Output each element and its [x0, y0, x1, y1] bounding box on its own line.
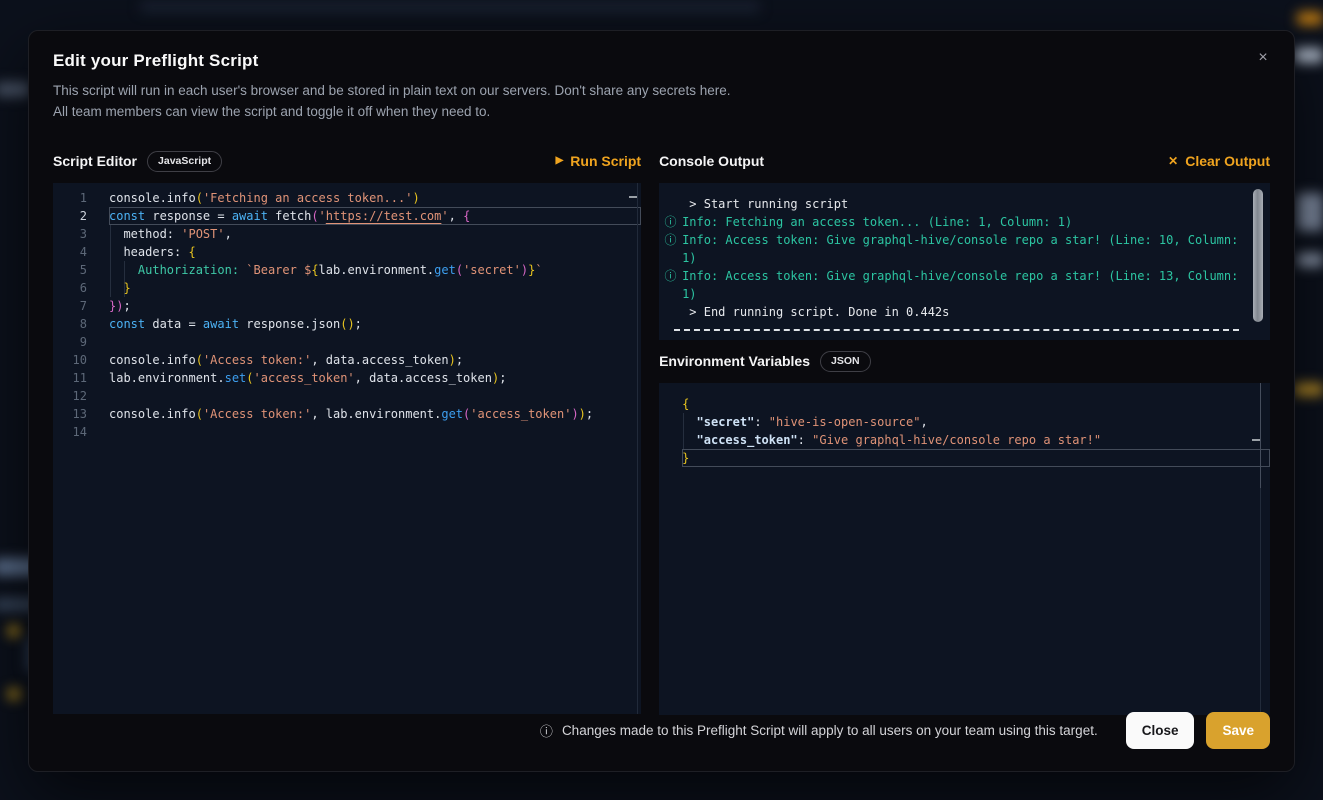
- code-line: 13console.info('Access token:', lab.envi…: [53, 405, 641, 423]
- code-line: 2const response = await fetch('https://t…: [53, 207, 641, 225]
- console-text: > Start running script: [682, 195, 848, 213]
- line-number: 3: [53, 225, 87, 243]
- line-number: 4: [53, 243, 87, 261]
- close-icon[interactable]: ×: [1252, 47, 1274, 69]
- code-line: 8const data = await response.json();: [53, 315, 641, 333]
- line-number: 8: [53, 315, 87, 333]
- console-separator: [674, 329, 1239, 331]
- script-editor-heading: Script Editor: [53, 153, 137, 169]
- code-line: 12: [53, 387, 641, 405]
- console-output-heading: Console Output: [659, 153, 764, 169]
- code-line: 10console.info('Access token:', data.acc…: [53, 351, 641, 369]
- console-text: 1): [682, 285, 696, 303]
- console-line: ⓘ Info: Access token: Give graphql-hive/c…: [664, 231, 1242, 249]
- clear-output-label: Clear Output: [1185, 153, 1270, 169]
- console-text: > End running script. Done in 0.442s: [682, 303, 949, 321]
- clear-icon: ✕: [1168, 156, 1178, 166]
- line-number: 14: [53, 423, 87, 441]
- console-icon-spacer: [664, 195, 677, 213]
- code-line: 9: [53, 333, 641, 351]
- console-line: > End running script. Done in 0.442s: [664, 303, 1242, 321]
- console-text: Info: Fetching an access token... (Line:…: [682, 213, 1072, 231]
- console-icon-spacer: [664, 303, 677, 321]
- console-line: 1): [664, 285, 1242, 303]
- console-icon-spacer: [664, 249, 677, 267]
- console-text: Info: Access token: Give graphql-hive/co…: [682, 267, 1238, 285]
- environment-variables-editor[interactable]: { "secret": "hive-is-open-source", "acce…: [659, 383, 1270, 715]
- line-number: 5: [53, 261, 87, 279]
- backdrop-blob: [1294, 383, 1323, 396]
- line-number: 9: [53, 333, 87, 351]
- code-line: 1console.info('Fetching an access token.…: [53, 189, 641, 207]
- console-icon-spacer: [664, 285, 677, 303]
- footer-note-text: Changes made to this Preflight Script wi…: [562, 723, 1098, 738]
- line-number: 13: [53, 405, 87, 423]
- code-line: {: [682, 395, 1270, 413]
- line-number: 11: [53, 369, 87, 387]
- close-button[interactable]: Close: [1126, 712, 1195, 749]
- line-number: 1: [53, 189, 87, 207]
- console-text: Info: Access token: Give graphql-hive/co…: [682, 231, 1238, 249]
- code-line: 4 headers: {: [53, 243, 641, 261]
- environment-variables-heading: Environment Variables: [659, 353, 810, 369]
- code-line: "secret": "hive-is-open-source",: [682, 413, 1270, 431]
- backdrop-blob: [140, 2, 760, 12]
- backdrop-blob: [1297, 193, 1323, 231]
- console-line: ⓘ Info: Access token: Give graphql-hive/c…: [664, 267, 1242, 285]
- save-button[interactable]: Save: [1206, 712, 1270, 749]
- code-line: 14: [53, 423, 641, 441]
- console-output[interactable]: > Start running script ⓘ Info: Fetching an…: [659, 183, 1270, 340]
- backdrop-blob: [1297, 12, 1323, 25]
- preflight-script-modal: × Edit your Preflight Script This script…: [28, 30, 1295, 772]
- backdrop-blob: [1297, 253, 1323, 267]
- language-badge: JavaScript: [147, 151, 222, 172]
- line-number: 12: [53, 387, 87, 405]
- backdrop-blob: [1295, 48, 1323, 63]
- backdrop-blob: [8, 688, 20, 700]
- line-number: 2: [53, 207, 87, 225]
- description-line-1: This script will run in each user's brow…: [53, 80, 1270, 101]
- run-script-label: Run Script: [570, 153, 641, 169]
- code-line: 3 method: 'POST',: [53, 225, 641, 243]
- code-line: 7});: [53, 297, 641, 315]
- backdrop-blob: [8, 625, 20, 637]
- console-line: 1): [664, 249, 1242, 267]
- run-script-button[interactable]: ▶ Run Script: [556, 153, 641, 169]
- code-line: }: [682, 449, 1270, 467]
- line-number: 7: [53, 297, 87, 315]
- line-number: 10: [53, 351, 87, 369]
- console-scrollbar[interactable]: [1253, 189, 1263, 322]
- clear-output-button[interactable]: ✕ Clear Output: [1168, 153, 1270, 169]
- console-text: 1): [682, 249, 696, 267]
- modal-title: Edit your Preflight Script: [53, 51, 1270, 71]
- console-line: > Start running script: [664, 195, 1242, 213]
- code-line: 6 }: [53, 279, 641, 297]
- json-badge: JSON: [820, 351, 871, 372]
- code-line: 5 Authorization: `Bearer ${lab.environme…: [53, 261, 641, 279]
- modal-description: This script will run in each user's brow…: [53, 80, 1270, 122]
- footer-note: ⓘ Changes made to this Preflight Script …: [540, 721, 1098, 740]
- info-icon: ⓘ: [664, 267, 677, 285]
- line-number: 6: [53, 279, 87, 297]
- script-editor[interactable]: 1console.info('Fetching an access token.…: [53, 183, 641, 714]
- info-icon: ⓘ: [664, 231, 677, 249]
- code-line: 11lab.environment.set('access_token', da…: [53, 369, 641, 387]
- info-icon: ⓘ: [664, 213, 677, 231]
- play-icon: ▶: [556, 156, 564, 166]
- code-line: "access_token": "Give graphql-hive/conso…: [682, 431, 1270, 449]
- info-icon: ⓘ: [540, 721, 553, 740]
- description-line-2: All team members can view the script and…: [53, 101, 1270, 122]
- console-line: ⓘ Info: Fetching an access token... (Line…: [664, 213, 1242, 231]
- backdrop-blob: [0, 82, 30, 97]
